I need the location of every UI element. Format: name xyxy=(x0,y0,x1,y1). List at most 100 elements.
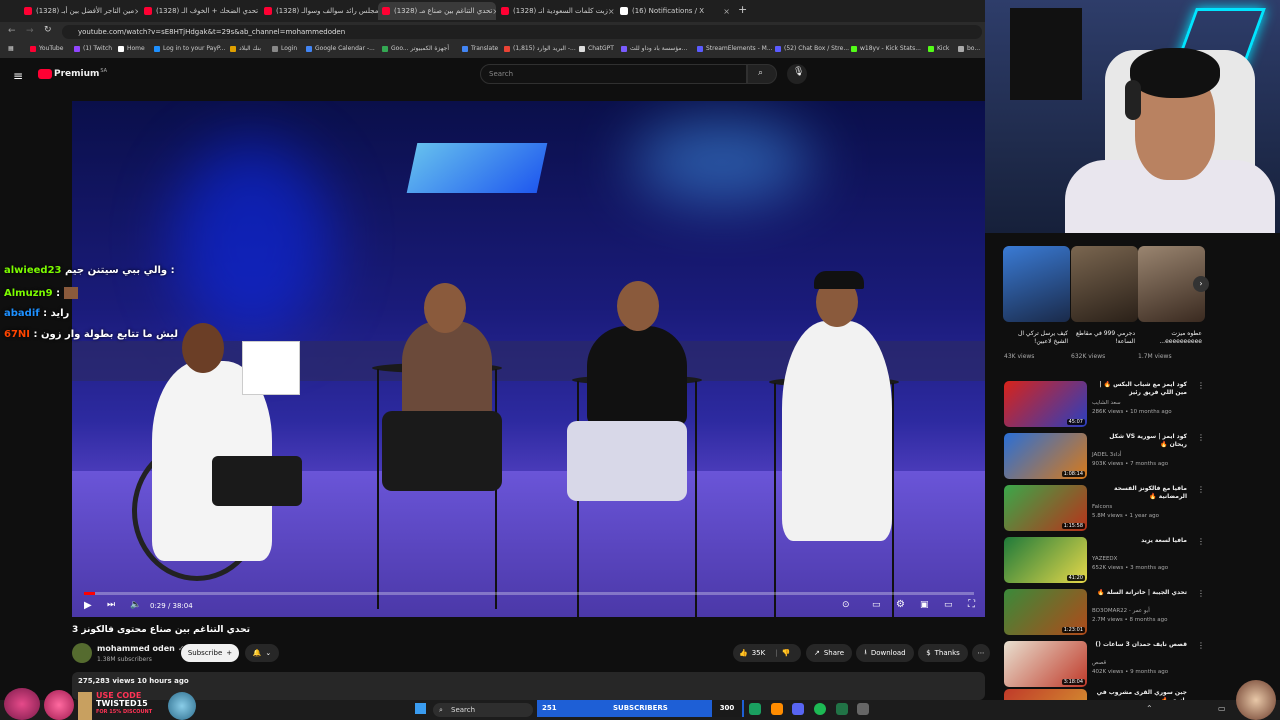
short-thumbnail[interactable] xyxy=(1071,246,1138,322)
volume-icon[interactable]: 🔈 xyxy=(130,600,141,610)
gmail-icon xyxy=(504,45,510,52)
browser-tab[interactable]: (16) Notifications / X × xyxy=(616,2,734,20)
play-icon[interactable]: ▶ xyxy=(84,600,92,611)
menu-icon[interactable]: ≡ xyxy=(13,69,23,83)
share-button[interactable]: ↗ Share xyxy=(806,644,852,662)
more-actions-button[interactable]: ⋯ xyxy=(972,644,990,662)
person-1-head xyxy=(182,323,224,373)
bookmark-item[interactable]: (1,815) البريد الوارد -... xyxy=(504,45,576,52)
short-title[interactable]: عطوه ميزت eeeeeeeeee... xyxy=(1138,330,1202,347)
download-button[interactable]: ⭳ Download xyxy=(856,644,914,662)
video-player[interactable] xyxy=(72,101,985,617)
app-icon[interactable] xyxy=(857,703,869,715)
taskbar-search-label: Search xyxy=(451,706,476,714)
close-tab-icon[interactable]: × xyxy=(723,7,730,16)
bookmark-item[interactable]: Log in to your PayP... xyxy=(154,45,225,52)
recommended-video[interactable]: 1:08:14 كود ايمز | سورية VS شكل ريحان 🔥 … xyxy=(1004,433,1274,479)
next-icon[interactable]: ⏭ xyxy=(107,600,115,610)
bookmark-item[interactable]: Login xyxy=(272,45,297,52)
bookmark-item[interactable]: bo... xyxy=(958,45,980,52)
thanks-button[interactable]: $ Thanks xyxy=(918,644,968,662)
discord-icon[interactable] xyxy=(792,703,804,715)
wifi-icon[interactable]: ▭ xyxy=(1218,704,1226,713)
url-field[interactable]: youtube.com/watch?v=sE8HTjHdgak&t=29s&ab… xyxy=(62,25,982,39)
bookmark-item[interactable]: Google Calendar -... xyxy=(306,45,375,52)
bookmark-item[interactable]: مؤسسة باد وداو للث... xyxy=(621,45,687,52)
more-icon[interactable]: ⋮ xyxy=(1197,433,1205,442)
bookmark-item[interactable]: YouTube xyxy=(30,45,63,52)
miniplayer-icon[interactable]: ▣ xyxy=(920,600,929,610)
excel-icon[interactable] xyxy=(836,703,848,715)
recommended-video[interactable]: 3:18:04 قصص نايف حمدان 3 ساعات () قصص 40… xyxy=(1004,641,1274,687)
settings-gear-icon[interactable]: ⚙ xyxy=(896,599,905,610)
more-icon[interactable]: ⋮ xyxy=(1197,485,1205,494)
browser-tab-active[interactable]: (1328) تحدي التناغم بين صناع مـ × xyxy=(378,2,496,20)
tray-chevron-icon[interactable]: ⌃ xyxy=(1146,704,1153,713)
recommended-video[interactable]: 1:15:58 مافيا مع فالكونز الفسحة الرمضاني… xyxy=(1004,485,1274,531)
bookmark-item[interactable]: (1) Twitch xyxy=(74,45,112,52)
bookmark-item[interactable]: Kick xyxy=(928,45,949,52)
apps-icon[interactable]: ▦ xyxy=(8,45,14,52)
bookmark-item[interactable]: Goo... أجهزة الكمبيوتر xyxy=(382,45,449,52)
theater-mode-icon[interactable]: ▭ xyxy=(944,600,953,610)
autoplay-toggle-icon[interactable]: ⊙ xyxy=(842,600,850,610)
chat-message: alwieed23 والي ببي سيتنن جيم : xyxy=(4,265,175,276)
like-button[interactable]: 👍 35K | 👎 xyxy=(733,644,801,662)
short-views: 632K views xyxy=(1071,353,1106,360)
recommended-video[interactable]: 45:07 كود ايمز مع شباب البكس 🔥 | مين الل… xyxy=(1004,381,1274,427)
subscribe-button[interactable]: Subscribe + xyxy=(181,644,239,662)
bookmark-item[interactable]: (52) Chat Box / Stre... xyxy=(775,45,849,52)
fullscreen-icon[interactable]: ⛶ xyxy=(968,599,975,610)
bookmark-item[interactable]: Home xyxy=(118,45,145,52)
captions-icon[interactable]: ▭ xyxy=(872,600,881,610)
bookmark-icon xyxy=(958,45,964,52)
browser-tab[interactable]: (1328) مين التاجر الأفضل بين أبـ × xyxy=(20,2,138,20)
app-icon[interactable] xyxy=(771,703,783,715)
short-title[interactable]: دجرمي 999 في مقاطع الساعة! xyxy=(1071,330,1135,347)
reload-icon[interactable]: ↻ xyxy=(44,25,52,35)
close-tab-icon[interactable]: × xyxy=(492,7,496,16)
bookmark-item[interactable]: بنك البلاد xyxy=(230,45,261,52)
voice-search-button[interactable]: 🎙 xyxy=(787,64,807,84)
taskbar-search[interactable]: ⌕ Search xyxy=(433,703,533,717)
short-thumbnail[interactable] xyxy=(1003,246,1070,322)
forward-icon[interactable]: → xyxy=(26,26,34,36)
more-icon[interactable]: ⋮ xyxy=(1197,641,1205,650)
back-icon[interactable]: ← xyxy=(8,26,16,36)
recommended-video[interactable]: جبن سوري القرى مشروب في ياتوى 🔥 xyxy=(1004,689,1274,700)
channel-name[interactable]: mohammed oden ✓ xyxy=(97,644,184,653)
subscriber-goal-bar: 251 SUBSCRIBERS 300 xyxy=(537,700,744,717)
bookmark-item[interactable]: ChatGPT xyxy=(579,45,614,52)
more-icon[interactable]: ⋮ xyxy=(1197,381,1205,390)
more-icon[interactable]: ⋮ xyxy=(1197,589,1205,598)
bookmark-item[interactable]: w18yv - Kick Stats... xyxy=(851,45,921,52)
new-tab-icon[interactable]: + xyxy=(738,3,747,16)
chat-message: Almuzn9 : xyxy=(4,287,78,299)
recommended-video[interactable]: 41:20 مافيا لسعة يزيد YAZEEDX 652K views… xyxy=(1004,537,1274,583)
browser-tab[interactable]: (1328) زبت كلمات السعودية انـ × xyxy=(497,2,615,20)
description-box[interactable]: 275,283 views 10 hours ago xyxy=(72,672,985,700)
next-shorts-button[interactable]: › xyxy=(1193,276,1209,292)
more-icon[interactable]: ⋮ xyxy=(1197,537,1205,546)
close-tab-icon[interactable]: × xyxy=(134,7,138,16)
windows-start-icon[interactable] xyxy=(415,703,426,714)
notifications-button[interactable]: 🔔 ⌄ xyxy=(245,644,279,662)
video-duration: 1:15:58 xyxy=(1061,523,1085,529)
browser-tab[interactable]: (1328) مجلس رائد سوالف وسوالـ× xyxy=(260,2,378,20)
youtube-favicon-icon xyxy=(144,7,152,15)
streamer-hair xyxy=(1130,48,1220,98)
search-button[interactable]: ⌕ xyxy=(747,64,777,84)
recommended-video[interactable]: 1:23:01 تحدي الجيبة | خاترانة السلة 🔥 BO… xyxy=(1004,589,1274,635)
app-icon[interactable] xyxy=(749,703,761,715)
calendar-icon xyxy=(306,45,312,52)
spotify-icon[interactable] xyxy=(814,703,826,715)
bookmark-label: YouTube xyxy=(39,45,64,52)
bookmark-item[interactable]: StreamElements - M... xyxy=(697,45,773,52)
bookmark-item[interactable]: Translate xyxy=(462,45,498,52)
channel-avatar[interactable] xyxy=(72,643,92,663)
search-input[interactable]: Search xyxy=(480,64,747,84)
browser-tab[interactable]: (1328) تحدي الضحك + الخوف الـ× xyxy=(140,2,258,20)
short-title[interactable]: كيف يرسل تركي آل الشيخ لاعبين! xyxy=(1004,330,1068,347)
youtube-logo[interactable]: Premium SA xyxy=(38,68,107,79)
close-tab-icon[interactable]: × xyxy=(608,7,615,16)
